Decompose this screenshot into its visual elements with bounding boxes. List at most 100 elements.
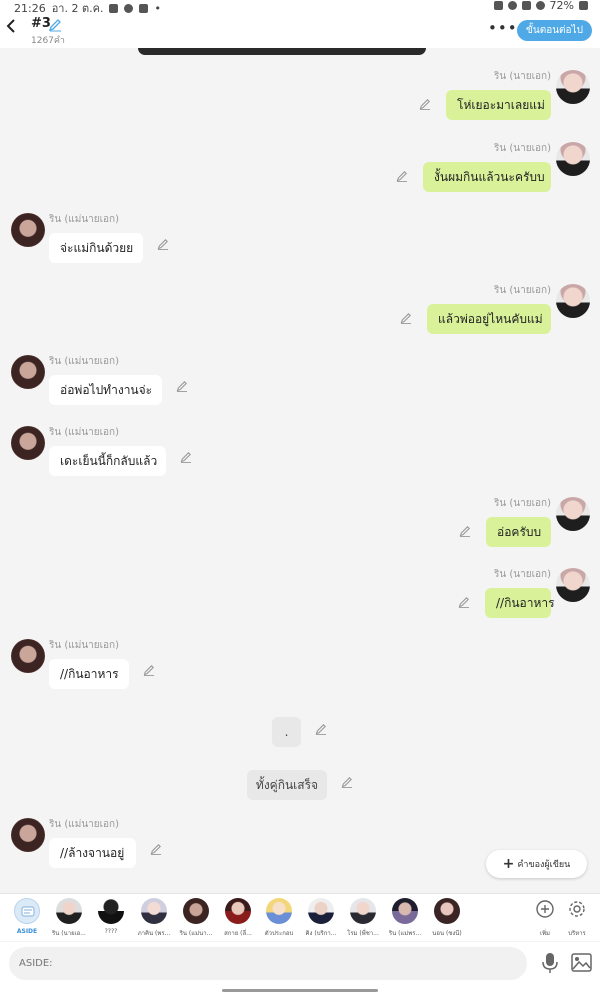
status-bar: 21:26 อา. 2 ต.ค. • 72% (0, 0, 600, 15)
character-chip[interactable]: ตัวประกอบ (259, 898, 299, 938)
message-bubble[interactable]: //กินอาหาร (49, 659, 129, 689)
character-chip[interactable]: นอน (ชงนี) (427, 898, 467, 938)
image-icon (571, 953, 592, 972)
message-row: ริน (แม่นายเอก) //กินอาหาร (0, 638, 600, 708)
avatar[interactable] (11, 426, 45, 460)
edit-message-button[interactable] (459, 525, 471, 537)
character-chip[interactable]: สกาย (ลี่... (218, 898, 258, 938)
avatar[interactable] (556, 568, 590, 602)
avatar[interactable] (556, 142, 590, 176)
narration-bubble[interactable]: . (272, 717, 301, 747)
avatar (434, 898, 460, 924)
message-row: ริน (นายเอก) อ่อครับบ (0, 496, 600, 566)
pencil-icon (150, 844, 161, 855)
message-bubble[interactable]: โห่เยอะมาเลยแม่ (446, 90, 551, 120)
pencil-icon (176, 381, 187, 392)
sender-name: ริน (นายเอก) (494, 143, 551, 154)
edit-message-button[interactable] (150, 843, 162, 855)
message-bubble[interactable]: แล้วพ่ออยู่ไหนคับแม่ (427, 304, 551, 334)
aside-character[interactable]: ASIDE (7, 898, 47, 935)
character-chip[interactable]: คิง (บริกา... (301, 898, 341, 938)
avatar[interactable] (11, 818, 45, 852)
battery-icon (579, 1, 588, 10)
sender-name: ริน (นายเอก) (494, 71, 551, 82)
message-bubble[interactable]: อ่อพ่อไปทำงานจ่ะ (49, 375, 162, 405)
avatar[interactable] (556, 497, 590, 531)
narration-bubble[interactable]: ทั้งคู่กินเสร็จ (247, 770, 327, 800)
alarm-icon (507, 1, 517, 10)
pencil-icon (419, 99, 430, 110)
character-chip[interactable]: โรม (พี่ชา... (343, 898, 383, 938)
avatar[interactable] (11, 213, 45, 247)
character-chip[interactable]: ริน (แม่พร... (385, 898, 425, 938)
pencil-icon (400, 313, 411, 324)
more-options-button[interactable]: ••• (488, 19, 518, 37)
message-bubble[interactable]: อ่อครับบ (486, 517, 551, 547)
character-label: โรม (พี่ชา... (347, 930, 379, 937)
character-label: ASIDE (16, 928, 38, 935)
edit-message-button[interactable] (419, 98, 431, 110)
edit-message-button[interactable] (180, 451, 192, 463)
message-row: ริน (นายเอก) //กินอาหาร (0, 567, 600, 637)
scrolled-image-edge (138, 48, 426, 55)
edit-message-button[interactable] (143, 664, 155, 676)
avatar (308, 898, 334, 924)
input-bar (0, 942, 600, 986)
avatar (56, 898, 82, 924)
pencil-icon (315, 724, 326, 735)
voice-input-button[interactable] (540, 952, 560, 974)
avatar (266, 898, 292, 924)
avatar[interactable] (11, 639, 45, 673)
message-bubble[interactable]: จ่ะแม่กินด้วยย (49, 233, 143, 263)
character-label: ริน (แม่พร... (388, 930, 422, 937)
home-bar[interactable] (222, 989, 378, 992)
add-character-button[interactable]: เพิ่ม (527, 899, 563, 938)
sender-name: ริน (นายเอก) (494, 498, 551, 509)
sender-name: ริน (แม่นายเอก) (49, 427, 120, 438)
manage-characters-label: บริหาร (568, 930, 586, 937)
pencil-icon (157, 239, 168, 250)
message-bubble[interactable]: เดะเย็นนี้ก็กลับแล้ว (49, 446, 166, 476)
edit-message-button[interactable] (315, 723, 327, 735)
message-bubble[interactable]: //กินอาหาร (485, 588, 555, 618)
avatar[interactable] (11, 355, 45, 389)
character-chip[interactable]: ???? (91, 898, 131, 935)
edit-title-button[interactable] (48, 17, 62, 32)
character-chip[interactable]: ริน (นายเอ... (49, 898, 89, 938)
edit-message-button[interactable] (157, 238, 169, 250)
character-label: นอน (ชงนี) (432, 930, 462, 937)
message-row: ริน (แม่นายเอก) จ่ะแม่กินด้วยย (0, 212, 600, 282)
edit-message-button[interactable] (176, 380, 188, 392)
character-chip[interactable]: ภาคิน (พร... (134, 898, 174, 938)
app-root: 21:26 อา. 2 ต.ค. • 72% #3 1267คำ ••• ขั้… (0, 0, 600, 996)
avatar[interactable] (556, 70, 590, 104)
attach-image-button[interactable] (571, 953, 592, 972)
pencil-icon (459, 526, 470, 537)
avatar[interactable] (556, 284, 590, 318)
messenger-notification-icon (124, 3, 134, 13)
edit-message-button[interactable] (458, 596, 470, 608)
avatar (392, 898, 418, 924)
message-input[interactable] (9, 947, 527, 980)
manage-characters-button[interactable]: บริหาร (559, 899, 595, 938)
edit-message-button[interactable] (400, 312, 412, 324)
character-chip[interactable]: ริน (แม่นา... (176, 898, 216, 938)
pencil-icon (396, 171, 407, 182)
author-note-button[interactable]: + คำของผู้เขียน (486, 850, 587, 878)
sender-name: ริน (นายเอก) (494, 569, 551, 580)
back-button[interactable] (6, 18, 20, 38)
message-bubble[interactable]: //ล้างจานอยู่ (49, 838, 136, 868)
pencil-icon (341, 777, 352, 788)
message-bubble[interactable]: งั้นผมกินแล้วนะครับบ (423, 162, 551, 192)
character-label: ???? (104, 928, 118, 935)
youtube-notification-icon (139, 3, 149, 13)
character-label: ภาคิน (พร... (137, 930, 171, 937)
chat-area[interactable]: ริน (นายเอก) โห่เยอะมาเลยแม่ ริน (นายเอก) ง… (0, 55, 600, 893)
character-label: ริน (แม่นา... (179, 930, 213, 937)
status-more-dot: • (154, 1, 161, 15)
edit-message-button[interactable] (341, 776, 353, 788)
sender-name: ริน (แม่นายเอก) (49, 819, 120, 830)
edit-message-button[interactable] (396, 170, 408, 182)
character-label: ริน (นายเอ... (52, 930, 86, 937)
next-step-button[interactable]: ขั้นตอนต่อไป (517, 20, 592, 41)
